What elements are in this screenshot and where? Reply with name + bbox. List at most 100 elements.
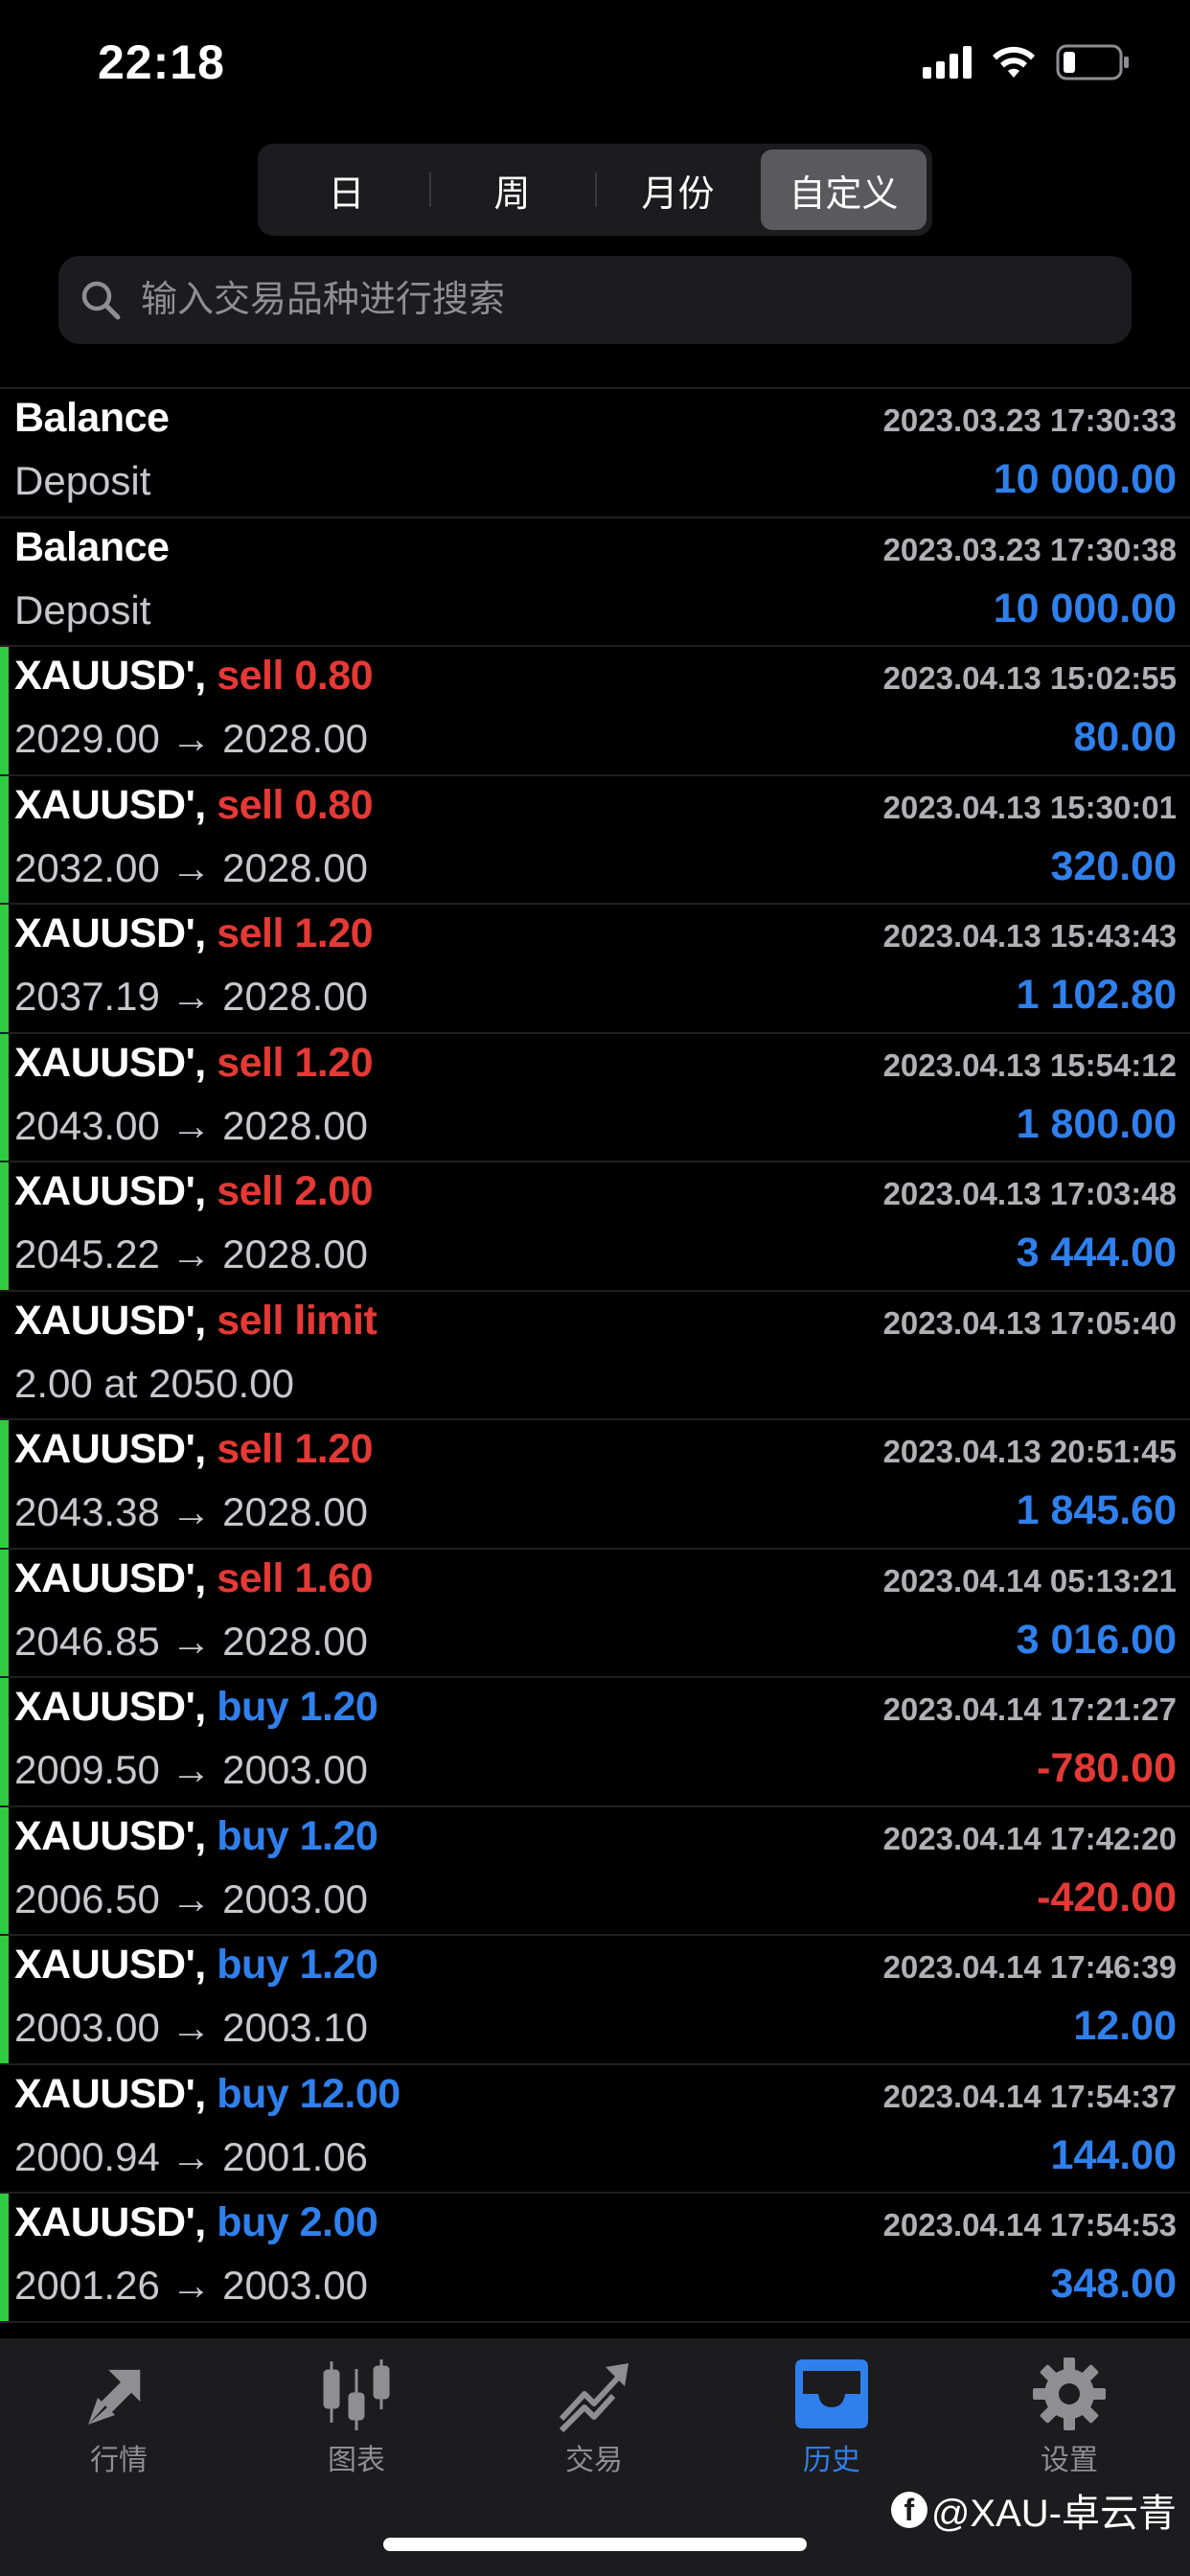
row-timestamp: 2023.04.13 15:02:55 bbox=[882, 660, 1177, 696]
row-side: buy 1.20 bbox=[217, 1812, 378, 1859]
row-price-detail: 2043.00 → 2028.00 bbox=[14, 1102, 368, 1148]
row-price-detail: 2043.38 → 2028.00 bbox=[14, 1489, 368, 1534]
history-row[interactable]: Balance Deposit 2023.03.23 17:30:33 10 000.… bbox=[0, 389, 1190, 518]
row-title: XAUUSD', sell limit bbox=[14, 1297, 378, 1345]
trade-trend-icon bbox=[559, 2363, 629, 2432]
history-row[interactable]: XAUUSD', sell 1.60 2046.85 → 2028.00 2023.… bbox=[0, 1549, 1190, 1678]
row-price-detail: 2046.85 → 2028.00 bbox=[14, 1618, 368, 1664]
search-input[interactable] bbox=[139, 278, 1063, 322]
history-row[interactable]: XAUUSD', buy 1.20 2003.00 → 2003.10 2023.0… bbox=[0, 1936, 1190, 2065]
row-profit: 1 102.80 bbox=[1016, 972, 1177, 1018]
battery-icon bbox=[1056, 44, 1131, 80]
cellular-signal-icon bbox=[923, 46, 972, 79]
row-profit: 12.00 bbox=[1073, 2003, 1177, 2049]
period-segmented-control: 日 周 月份 自定义 bbox=[258, 144, 932, 236]
tab-settings-label: 设置 bbox=[1041, 2445, 1098, 2476]
history-row[interactable]: XAUUSD', sell limit 2.00 at 2050.00 2023.0… bbox=[0, 1292, 1190, 1420]
row-side: buy 1.20 bbox=[217, 1942, 378, 1988]
row-title: XAUUSD', sell 1.20 bbox=[14, 910, 374, 957]
row-timestamp: 2023.04.14 17:54:37 bbox=[882, 2078, 1177, 2114]
row-price-detail: 2037.19 → 2028.00 bbox=[14, 974, 368, 1019]
history-row[interactable]: XAUUSD', buy 12.00 2000.94 → 2001.06 2023.… bbox=[0, 2065, 1190, 2194]
history-row[interactable]: XAUUSD', buy 2.00 2001.26 → 2003.00 2023.0… bbox=[0, 2194, 1190, 2323]
tab-settings[interactable]: 设置 bbox=[993, 2356, 1146, 2478]
row-timestamp: 2023.04.14 17:21:27 bbox=[882, 1691, 1177, 1727]
row-profit: 144.00 bbox=[1050, 2131, 1177, 2178]
row-profit: 320.00 bbox=[1050, 842, 1177, 889]
row-side: sell 0.80 bbox=[217, 653, 374, 699]
row-symbol: XAUUSD', bbox=[14, 1684, 206, 1730]
row-price-detail: Deposit bbox=[14, 586, 151, 632]
period-tab-month[interactable]: 月份 bbox=[595, 150, 761, 230]
period-tab-week[interactable]: 周 bbox=[429, 150, 595, 230]
row-symbol: XAUUSD', bbox=[14, 781, 206, 828]
status-time: 22:18 bbox=[98, 35, 225, 89]
row-profit: -420.00 bbox=[1037, 1874, 1177, 1920]
row-side: sell 1.20 bbox=[217, 1426, 374, 1472]
row-title: XAUUSD', sell 1.60 bbox=[14, 1554, 374, 1602]
tab-history[interactable]: 历史 bbox=[755, 2356, 908, 2478]
row-title: Balance bbox=[14, 523, 170, 571]
watermark-text: @XAU-卓云青 bbox=[930, 2493, 1177, 2535]
row-price-detail: 2000.94 → 2001.06 bbox=[14, 2133, 368, 2179]
row-timestamp: 2023.04.13 17:05:40 bbox=[882, 1304, 1177, 1341]
row-symbol: Balance bbox=[14, 523, 170, 570]
row-price-detail: 2001.26 → 2003.00 bbox=[14, 2263, 368, 2308]
history-inbox-icon bbox=[795, 2359, 868, 2428]
row-timestamp: 2023.04.13 17:03:48 bbox=[882, 1176, 1177, 1211]
row-price-detail: 2003.00 → 2003.10 bbox=[14, 2005, 368, 2050]
row-timestamp: 2023.04.13 15:30:01 bbox=[882, 789, 1177, 825]
row-price-detail: 2045.22 → 2028.00 bbox=[14, 1231, 368, 1276]
row-symbol: XAUUSD', bbox=[14, 1554, 206, 1601]
row-title: XAUUSD', buy 2.00 bbox=[14, 2199, 378, 2246]
history-row[interactable]: Balance Deposit 2023.03.23 17:30:38 10 000.… bbox=[0, 518, 1190, 647]
row-symbol: XAUUSD', bbox=[14, 1168, 206, 1214]
history-row[interactable]: XAUUSD', buy 1.20 2006.50 → 2003.00 2023.0… bbox=[0, 1806, 1190, 1936]
row-side: sell 1.20 bbox=[217, 910, 374, 956]
row-symbol: XAUUSD', bbox=[14, 1039, 206, 1086]
row-side: sell 0.80 bbox=[217, 781, 374, 828]
row-profit: 3 016.00 bbox=[1016, 1616, 1177, 1663]
row-title: XAUUSD', sell 2.00 bbox=[14, 1168, 374, 1215]
tab-quotes[interactable]: 行情 bbox=[42, 2356, 195, 2478]
history-row[interactable]: XAUUSD', sell 0.80 2032.00 → 2028.00 2023.… bbox=[0, 775, 1190, 905]
row-side: sell 1.20 bbox=[217, 1039, 374, 1086]
row-profit: 1 845.60 bbox=[1016, 1487, 1177, 1533]
period-tab-day[interactable]: 日 bbox=[263, 150, 429, 230]
history-row[interactable]: XAUUSD', sell 0.80 2029.00 → 2028.00 2023.… bbox=[0, 647, 1190, 776]
history-row[interactable]: XAUUSD', sell 1.20 2037.19 → 2028.00 2023.… bbox=[0, 905, 1190, 1034]
row-side: sell limit bbox=[217, 1297, 378, 1344]
status-bar: 22:18 bbox=[0, 0, 1190, 125]
tab-trade-label: 交易 bbox=[565, 2445, 623, 2476]
row-title: XAUUSD', buy 12.00 bbox=[14, 2071, 400, 2118]
status-icons bbox=[923, 44, 1131, 80]
history-row[interactable]: XAUUSD', sell 2.00 2045.22 → 2028.00 2023.… bbox=[0, 1162, 1190, 1292]
row-timestamp: 2023.04.14 17:42:20 bbox=[882, 1820, 1177, 1856]
row-profit: 10 000.00 bbox=[993, 456, 1177, 502]
row-symbol: XAUUSD', bbox=[14, 1426, 206, 1472]
row-timestamp: 2023.04.13 20:51:45 bbox=[882, 1434, 1177, 1469]
period-tab-custom[interactable]: 自定义 bbox=[761, 150, 927, 230]
row-side: buy 12.00 bbox=[217, 2070, 400, 2117]
row-profit: 10 000.00 bbox=[993, 585, 1177, 632]
row-timestamp: 2023.04.13 15:43:43 bbox=[882, 918, 1177, 954]
row-side: sell 1.60 bbox=[217, 1554, 374, 1601]
row-price-detail: Deposit bbox=[14, 458, 151, 503]
history-row[interactable]: XAUUSD', sell 1.20 2043.00 → 2028.00 2023.… bbox=[0, 1033, 1190, 1162]
history-row[interactable]: XAUUSD', buy 1.20 2009.50 → 2003.00 2023.0… bbox=[0, 1678, 1190, 1807]
tab-quotes-label: 行情 bbox=[90, 2445, 148, 2476]
row-profit: -780.00 bbox=[1037, 1745, 1177, 1791]
tab-chart[interactable]: 图表 bbox=[280, 2356, 433, 2478]
row-price-detail: 2006.50 → 2003.00 bbox=[14, 1875, 368, 1921]
home-indicator[interactable] bbox=[383, 2538, 807, 2551]
tab-trade[interactable]: 交易 bbox=[517, 2356, 671, 2478]
row-timestamp: 2023.04.14 05:13:21 bbox=[882, 1562, 1177, 1598]
facebook-logo-icon: f bbox=[890, 2492, 927, 2528]
tab-chart-label: 图表 bbox=[328, 2445, 385, 2476]
gear-icon bbox=[1033, 2358, 1106, 2430]
search-bar[interactable] bbox=[58, 256, 1132, 344]
row-timestamp: 2023.03.23 17:30:38 bbox=[882, 531, 1177, 567]
row-side: buy 2.00 bbox=[217, 2199, 378, 2245]
history-row[interactable]: XAUUSD', sell 1.20 2043.38 → 2028.00 2023.… bbox=[0, 1420, 1190, 1550]
row-title: XAUUSD', sell 0.80 bbox=[14, 781, 374, 829]
